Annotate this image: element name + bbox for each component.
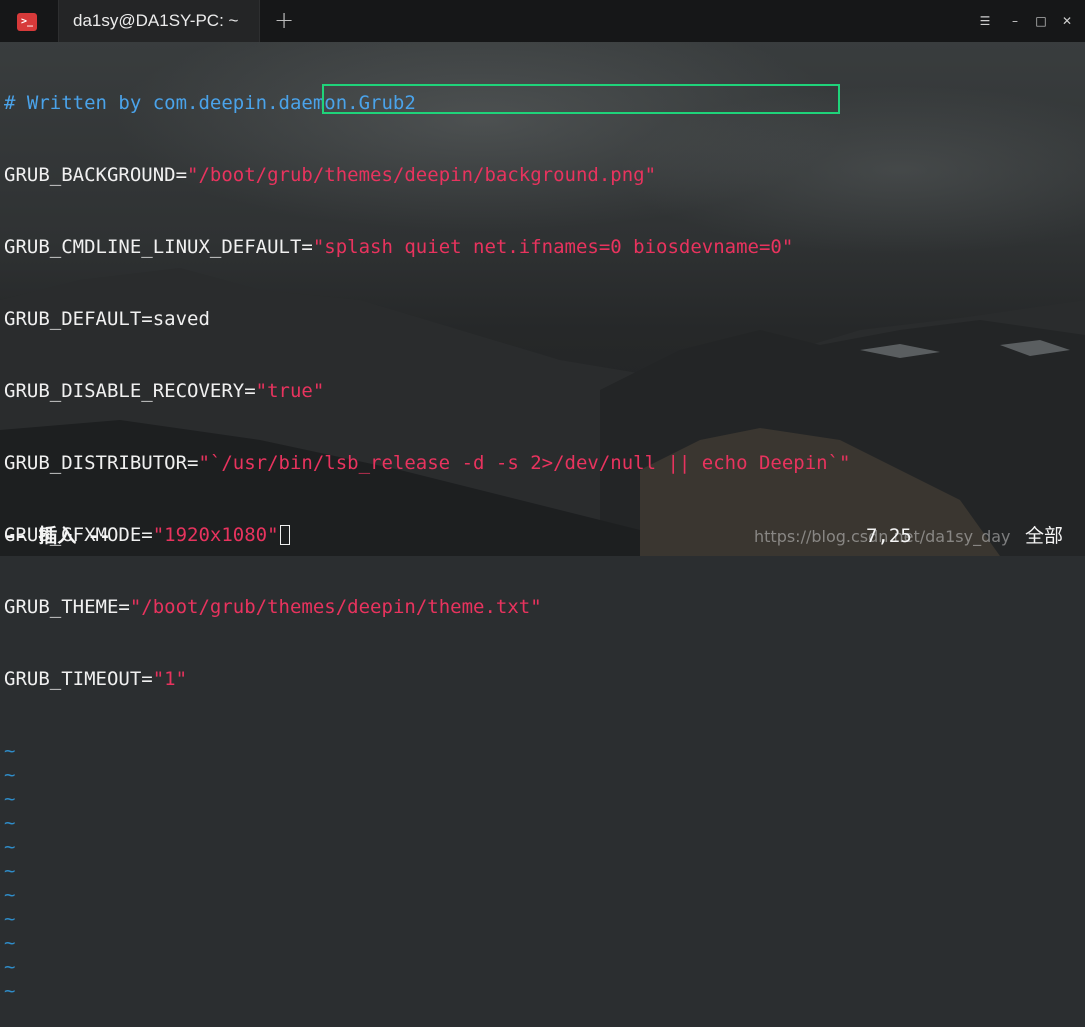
config-line: GRUB_DEFAULT=saved xyxy=(4,308,210,330)
config-line: GRUB_DISABLE_RECOVERY="true" xyxy=(4,380,325,402)
terminal-app-icon[interactable]: >_ xyxy=(17,13,37,31)
empty-line-tilde: ~ xyxy=(4,908,16,930)
config-line: GRUB_DISTRIBUTOR="`/usr/bin/lsb_release … xyxy=(4,452,851,474)
menu-icon[interactable]: ☰ xyxy=(976,12,994,30)
scroll-indicator: 全部 xyxy=(1025,525,1064,547)
empty-line-tilde: ~ xyxy=(4,956,16,978)
empty-lines: ~ ~ ~ ~ ~ ~ ~ ~ ~ ~ ~ xyxy=(4,739,1085,1003)
empty-line-tilde: ~ xyxy=(4,980,16,1002)
empty-line-tilde: ~ xyxy=(4,860,16,882)
cursor-position: 7,25 xyxy=(866,525,912,547)
config-line: GRUB_CMDLINE_LINUX_DEFAULT="splash quiet… xyxy=(4,236,794,258)
empty-line-tilde: ~ xyxy=(4,884,16,906)
empty-line-tilde: ~ xyxy=(4,836,16,858)
mode-indicator: -- 插入 -- xyxy=(4,525,111,547)
new-tab-button[interactable]: + xyxy=(272,8,296,32)
window-titlebar: >_ da1sy@DA1SY-PC: ~ + ☰ – □ ✕ xyxy=(0,0,1085,42)
empty-line-tilde: ~ xyxy=(4,788,16,810)
minimize-button[interactable]: – xyxy=(1006,12,1024,30)
close-button[interactable]: ✕ xyxy=(1058,12,1076,30)
config-line: GRUB_TIMEOUT="1" xyxy=(4,668,188,690)
empty-line-tilde: ~ xyxy=(4,740,16,762)
tab-title: da1sy@DA1SY-PC: ~ xyxy=(73,11,239,30)
config-line: GRUB_THEME="/boot/grub/themes/deepin/the… xyxy=(4,596,542,618)
empty-line-tilde: ~ xyxy=(4,932,16,954)
empty-line-tilde: ~ xyxy=(4,764,16,786)
empty-line-tilde: ~ xyxy=(4,812,16,834)
config-line: GRUB_BACKGROUND="/boot/grub/themes/deepi… xyxy=(4,164,657,186)
highlight-box xyxy=(322,84,840,114)
tab-terminal[interactable]: da1sy@DA1SY-PC: ~ xyxy=(58,0,260,42)
maximize-button[interactable]: □ xyxy=(1032,12,1050,30)
vim-status-bar: -- 插入 -- https://blog.csdn.net/da1sy_day… xyxy=(0,522,1085,550)
